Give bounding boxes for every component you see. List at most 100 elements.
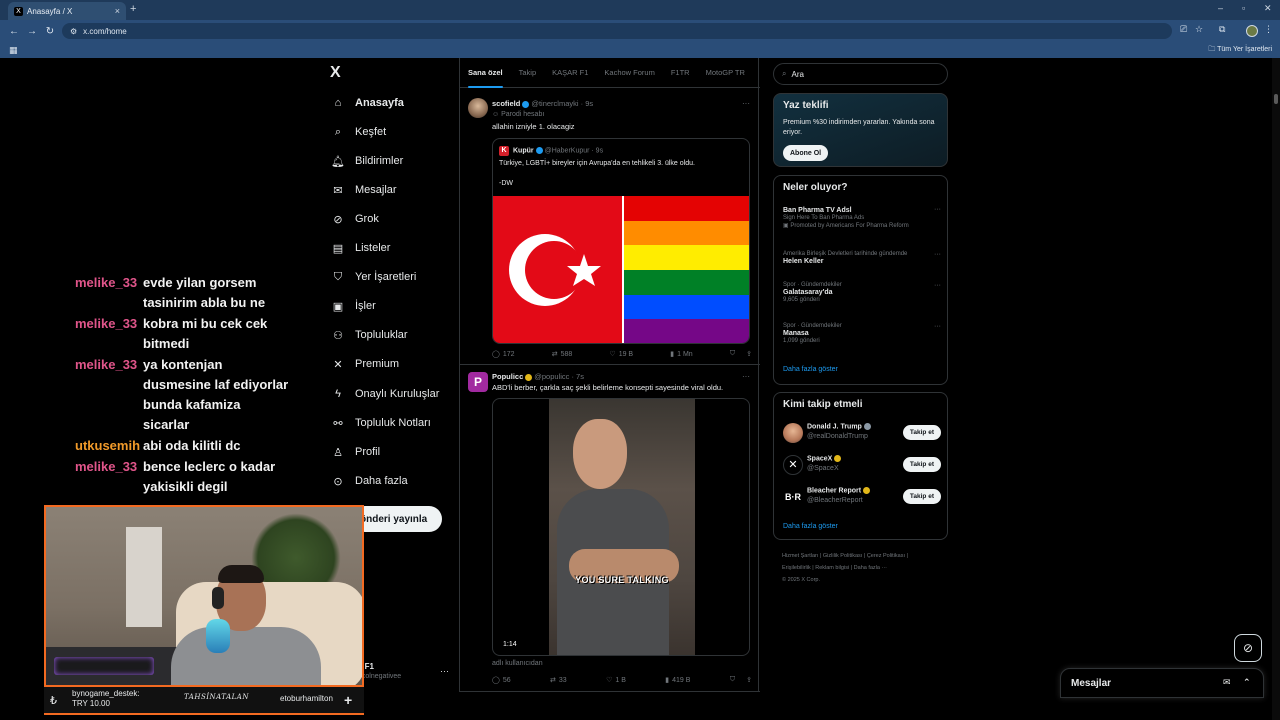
tab-close-icon[interactable]: × (115, 6, 120, 16)
extensions-icon[interactable]: ⧉ (1219, 24, 1225, 35)
retweet-button[interactable]: ⇄ 33 (550, 676, 567, 685)
minimize-icon[interactable]: – (1218, 3, 1223, 13)
spacex-avatar-icon[interactable]: ✕ (783, 455, 803, 475)
scrollbar-thumb[interactable] (1274, 94, 1278, 104)
messages-drawer[interactable]: Mesajlar ✉ ⌃ (1060, 668, 1264, 698)
address-bar[interactable]: ⚙ x.com/home (62, 23, 1172, 39)
tweet-video[interactable]: YOU SURE TALKING 1:14 (492, 398, 750, 656)
search-input[interactable]: ⌕ Ara (773, 63, 948, 85)
back-icon[interactable]: ← (5, 26, 23, 37)
trend-item[interactable]: Spor · Gündemdekiler Manasa 1,099 gönder… (783, 323, 941, 344)
trend-item[interactable]: Ban Pharma TV Adsl Sign Here To Ban Phar… (783, 206, 941, 229)
nav-item-notes[interactable]: ⚯ Topluluk Notları (330, 413, 430, 433)
chat-message: melike_33 evde yilan gorsem (75, 275, 256, 290)
menu-icon[interactable]: ⋮ (1264, 24, 1273, 35)
trend-more-icon[interactable]: ··· (934, 323, 941, 330)
footer-link[interactable]: Daha fazla ··· (854, 565, 887, 571)
nav-item-x-premium[interactable]: ✕ Premium (330, 354, 399, 374)
follow-button[interactable]: Takip et (902, 425, 941, 440)
tweet-avatar[interactable] (468, 98, 488, 118)
reload-icon[interactable]: ↻ (41, 26, 59, 37)
site-info-icon[interactable]: ⚙ (70, 27, 77, 36)
star-icon[interactable]: ☆ (1195, 24, 1203, 35)
follow-button[interactable]: Takip et (902, 489, 941, 504)
grok-button-icon[interactable]: ⊘ (1234, 634, 1262, 662)
expand-icon[interactable]: ⌃ (1243, 677, 1251, 688)
apps-grid-icon[interactable]: ▦ (9, 45, 18, 56)
new-message-icon[interactable]: ✉ (1223, 677, 1231, 688)
bleacher-report-avatar-icon[interactable]: B·R (783, 487, 803, 507)
follow-suggestion[interactable]: B·R Bleacher Report @BleacherReport Taki… (783, 485, 941, 509)
views-button[interactable]: ▮ 1 Mn (670, 350, 692, 359)
tweet-author-name[interactable]: Populicc (492, 372, 523, 381)
nav-item-home[interactable]: ⌂ Anasayfa (330, 93, 404, 113)
trend-item[interactable]: Amerika Birleşik Devletleri tarihinde gü… (783, 251, 941, 265)
nav-item-bell[interactable]: 🔔︎ Bildirimler (330, 151, 403, 171)
nav-item-grok[interactable]: ⊘ Grok (330, 209, 378, 229)
maximize-icon[interactable]: ▫ (1242, 3, 1245, 13)
trend-more-icon[interactable]: ··· (934, 251, 941, 258)
new-tab-icon[interactable]: + (130, 3, 136, 15)
trend-more-icon[interactable]: ··· (934, 206, 941, 213)
nav-item-lightning[interactable]: ϟ Onaylı Kuruluşlar (330, 384, 439, 404)
install-app-icon[interactable]: ⎚ (1180, 24, 1187, 35)
like-button[interactable]: ♡ 1 B (606, 676, 626, 685)
feed-tab[interactable]: Kachow Forum (596, 58, 662, 88)
share-icon[interactable]: ⇪ (746, 676, 752, 684)
all-bookmarks[interactable]: 🗀︎ Tüm Yer İşaretleri (1208, 45, 1272, 56)
account-menu-icon[interactable]: ··· (440, 666, 449, 676)
tweet-more-icon[interactable]: ··· (742, 372, 750, 381)
follow-show-more[interactable]: Daha fazla göster (783, 523, 838, 530)
retweet-button[interactable]: ⇄ 588 (552, 350, 573, 359)
footer-link[interactable]: Çerez Politikası (867, 553, 905, 559)
nav-item-briefcase[interactable]: ▣ İşler (330, 296, 376, 316)
nav-item-mail[interactable]: ✉ Mesajlar (330, 180, 396, 200)
reply-icon: ◯ (492, 351, 500, 358)
reply-button[interactable]: ◯ 56 (492, 676, 511, 685)
forward-icon[interactable]: → (23, 26, 41, 37)
footer-link[interactable]: Erişilebilirlik (782, 565, 811, 571)
quoted-tweet[interactable]: K Kupür @HaberKupur · 9s Türkiye, LGBTİ+ … (492, 138, 750, 344)
footer-link[interactable]: Reklam bilgisi (815, 565, 849, 571)
follow-suggestion[interactable]: Donald J. Trump @realDonaldTrump Takip e… (783, 421, 941, 445)
trends-show-more[interactable]: Daha fazla göster (783, 366, 838, 373)
footer-link[interactable]: Gizlilik Politikası (823, 553, 862, 559)
nav-item-search[interactable]: ⌕ Keşfet (330, 122, 386, 142)
feed-tab[interactable]: Sana özel (460, 58, 511, 88)
feed-tab[interactable]: Takip (511, 58, 545, 88)
like-button[interactable]: ♡ 19 B (609, 350, 633, 359)
tweet-handle-time[interactable]: @populicc · 7s (534, 372, 584, 381)
share-icon[interactable]: ⇪ (746, 350, 752, 358)
trend-item[interactable]: Spor · Gündemdekiler Galatasaray'da 9,60… (783, 282, 941, 303)
reply-button[interactable]: ◯ 172 (492, 350, 515, 359)
feed-tab[interactable]: MotoGP TR (698, 58, 753, 88)
nav-item-profile[interactable]: ♙ Profil (330, 442, 380, 462)
nav-item-list[interactable]: ▤ Listeler (330, 238, 391, 258)
views-button[interactable]: ▮ 419 B (665, 676, 690, 685)
feed-tab[interactable]: F1TR (663, 58, 698, 88)
follow-avatar[interactable] (783, 423, 803, 443)
footer-link[interactable]: Hizmet Şartları (782, 553, 818, 559)
page-scrollbar[interactable] (1272, 58, 1280, 720)
follow-button[interactable]: Takip et (902, 457, 941, 472)
tweet-handle-time[interactable]: @tinerclmayki · 9s (531, 99, 593, 108)
nav-item-bookmark[interactable]: ⛉ Yer İşaretleri (330, 267, 416, 287)
tweet-author-name[interactable]: scofield (492, 99, 520, 108)
profile-avatar-icon[interactable] (1246, 25, 1258, 37)
x-logo-icon[interactable]: X (330, 64, 341, 82)
tweet-avatar[interactable]: P (468, 372, 488, 392)
tweet[interactable]: P Populicc @populicc · 7s ··· ABD'li berb… (460, 366, 760, 692)
trend-more-icon[interactable]: ··· (934, 282, 941, 289)
tweet[interactable]: scofield @tinerclmayki · 9s ··· ☺ Parodi … (460, 89, 760, 365)
feed-tab[interactable]: KAŞAR F1 (544, 58, 596, 88)
browser-tab[interactable]: X Anasayfa / X × (8, 2, 126, 20)
close-window-icon[interactable]: ✕ (1264, 3, 1272, 14)
nav-item-communities[interactable]: ⚇ Topluluklar (330, 325, 408, 345)
nav-item-more-circle[interactable]: ⊙ Daha fazla (330, 471, 407, 491)
post-button[interactable]: önderi yayınla (352, 506, 442, 532)
follow-suggestion[interactable]: ✕ SpaceX @SpaceX Takip et (783, 453, 941, 477)
bookmark-icon[interactable]: ⛉ (730, 350, 735, 358)
bookmark-icon[interactable]: ⛉ (730, 676, 735, 684)
subscribe-button[interactable]: Abone Ol (783, 145, 829, 161)
tweet-more-icon[interactable]: ··· (742, 99, 750, 108)
